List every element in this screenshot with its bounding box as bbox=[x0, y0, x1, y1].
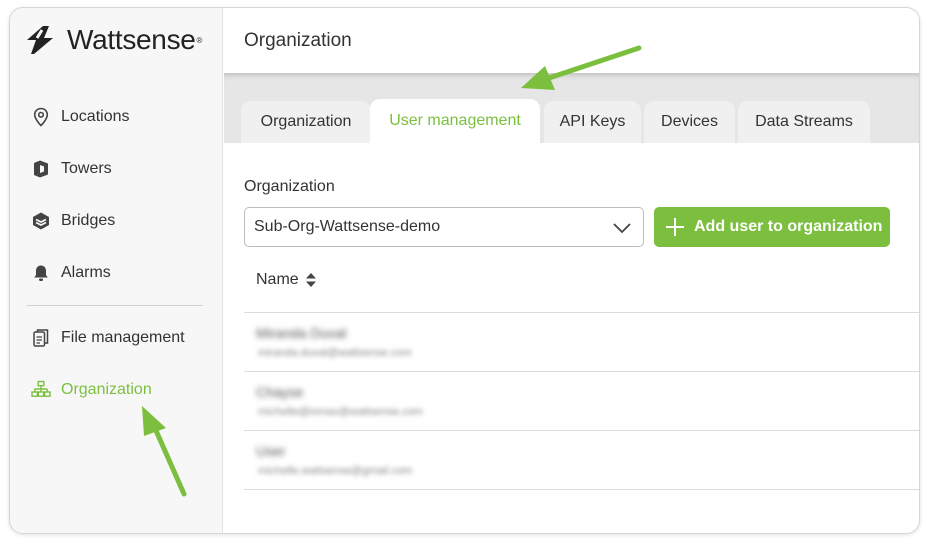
tab-bar: Organization User management API Keys De… bbox=[224, 73, 919, 143]
sidebar-item-label: Alarms bbox=[61, 264, 111, 281]
sidebar-item-label: Towers bbox=[61, 160, 112, 177]
user-email: miranda.duval@wattsense.com bbox=[258, 347, 412, 359]
tab-devices[interactable]: Devices bbox=[644, 101, 735, 143]
user-email: michelle@ixmax@wattsense.com bbox=[258, 406, 423, 418]
tab-user-management[interactable]: User management bbox=[370, 99, 540, 143]
table-row[interactable]: Miranda Duval miranda.duval@wattsense.co… bbox=[244, 313, 919, 371]
column-header-name[interactable]: Name bbox=[256, 271, 317, 289]
tab-api-keys[interactable]: API Keys bbox=[544, 101, 641, 143]
wattsense-logo-icon bbox=[27, 26, 53, 54]
user-name: User bbox=[256, 443, 286, 459]
sidebar-item-label: Organization bbox=[61, 381, 152, 398]
sidebar-divider bbox=[27, 305, 203, 306]
table-row[interactable]: Chayse michelle@ixmax@wattsense.com bbox=[244, 372, 919, 430]
user-name: Miranda Duval bbox=[256, 325, 347, 341]
app-window: Wattsense ® Locations Towers Bridges Alar bbox=[9, 7, 920, 534]
chevron-down-icon bbox=[613, 223, 631, 234]
page-title: Organization bbox=[244, 30, 352, 51]
sidebar-item-locations[interactable]: Locations bbox=[30, 102, 130, 132]
add-user-button[interactable]: Add user to organization bbox=[654, 207, 890, 247]
sidebar-item-label: Bridges bbox=[61, 212, 116, 229]
main-content: Organization Organization User managemen… bbox=[224, 8, 919, 533]
sidebar-item-label: File management bbox=[61, 329, 185, 346]
table-row[interactable]: User michelle.wattsense@gmail.com bbox=[244, 431, 919, 489]
row-divider bbox=[244, 489, 919, 490]
brand-reg-mark: ® bbox=[196, 35, 203, 45]
add-user-button-label: Add user to organization bbox=[694, 218, 883, 235]
bell-icon bbox=[30, 262, 52, 284]
org-chart-icon bbox=[30, 379, 52, 401]
plus-icon bbox=[666, 218, 684, 236]
sort-icon bbox=[305, 273, 316, 287]
sidebar-item-alarms[interactable]: Alarms bbox=[30, 258, 111, 288]
brand-name: Wattsense bbox=[67, 24, 196, 55]
organization-select-value: Sub-Org-Wattsense-demo bbox=[254, 218, 441, 235]
sidebar-item-bridges[interactable]: Bridges bbox=[30, 206, 115, 236]
column-header-label: Name bbox=[256, 271, 299, 288]
files-icon bbox=[30, 327, 52, 349]
location-pin-icon bbox=[30, 106, 52, 128]
organization-select[interactable]: Sub-Org-Wattsense-demo bbox=[244, 207, 644, 247]
sidebar: Wattsense ® Locations Towers Bridges Alar bbox=[10, 8, 223, 533]
tower-icon bbox=[30, 158, 52, 180]
sidebar-item-file-management[interactable]: File management bbox=[30, 323, 185, 353]
tab-data-streams[interactable]: Data Streams bbox=[738, 101, 870, 143]
bridge-icon bbox=[30, 210, 52, 232]
organization-field-label: Organization bbox=[244, 178, 335, 195]
sidebar-item-organization[interactable]: Organization bbox=[30, 375, 152, 405]
tab-organization[interactable]: Organization bbox=[241, 101, 371, 143]
user-email: michelle.wattsense@gmail.com bbox=[258, 465, 413, 477]
sidebar-item-towers[interactable]: Towers bbox=[30, 154, 112, 184]
brand-logo[interactable]: Wattsense ® bbox=[23, 22, 202, 58]
sidebar-item-label: Locations bbox=[61, 108, 130, 125]
user-name: Chayse bbox=[256, 384, 304, 400]
